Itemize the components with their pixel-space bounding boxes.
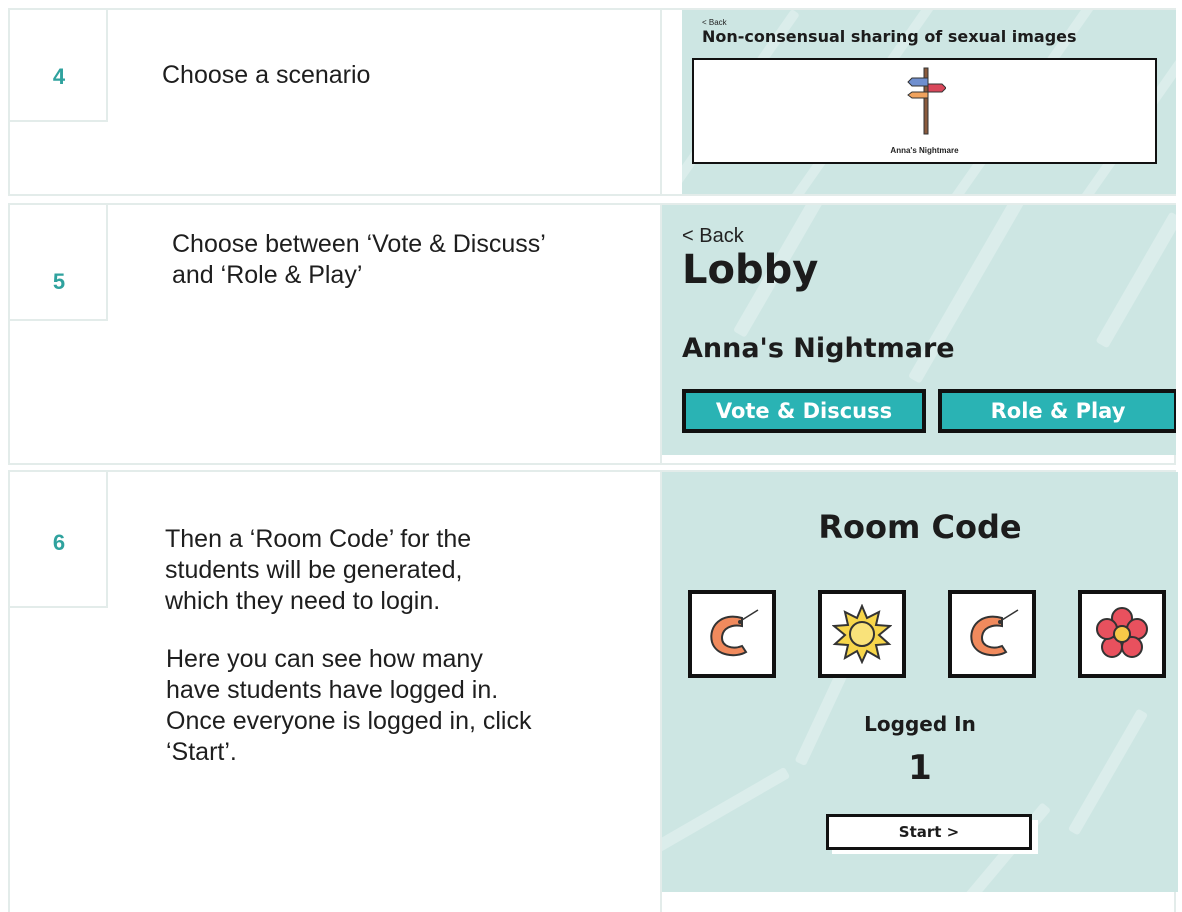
sun-icon — [832, 604, 892, 664]
start-button[interactable]: Start > — [826, 814, 1038, 854]
flower-icon — [1096, 607, 1148, 658]
step-number-cell — [10, 205, 108, 321]
shrimp-icon — [970, 609, 1019, 657]
scenario-category-title: Non-consensual sharing of sexual images — [702, 27, 1077, 46]
code-tile-4 — [1078, 590, 1166, 678]
vote-discuss-button[interactable]: Vote & Discuss — [682, 389, 926, 433]
lobby-title: Lobby — [682, 247, 819, 293]
back-link[interactable]: < Back — [702, 18, 727, 27]
scenario-card[interactable]: Anna's Nightmare — [692, 58, 1157, 164]
step-row-6: 6 Then a ‘Room Code’ for the students wi… — [8, 470, 1178, 912]
step-description: Choose a scenario — [162, 61, 371, 89]
logged-in-label: Logged In — [864, 712, 976, 736]
code-tile-1 — [688, 590, 776, 678]
signpost-icon — [907, 67, 946, 135]
step-row-5: 5 Choose between ‘Vote & Discuss’ and ‘R… — [8, 203, 1176, 465]
scenario-card-label: Anna's Nightmare — [890, 146, 959, 155]
column-divider — [660, 10, 662, 194]
code-tile-2 — [818, 590, 906, 678]
room-code-screen: Room Code Logged In 1 Start > — [662, 472, 1178, 892]
logged-in-count: 1 — [908, 748, 932, 788]
scenario-name: Anna's Nightmare — [682, 333, 955, 364]
start-button-label: Start > — [826, 814, 1032, 850]
step-number: 6 — [52, 530, 66, 555]
step-number: 5 — [52, 269, 66, 294]
step-description-2: Here you can see how many have students … — [166, 645, 532, 766]
step-description: Choose between ‘Vote & Discuss’ and ‘Rol… — [172, 230, 545, 289]
room-code-title: Room Code — [818, 508, 1022, 546]
role-play-button[interactable]: Role & Play — [938, 389, 1176, 433]
code-tile-3 — [948, 590, 1036, 678]
step-number: 4 — [52, 64, 66, 89]
step-row-4: 4 Choose a scenario < Back Non-consensua… — [8, 8, 1176, 196]
scenario-screen: < Back Non-consensual sharing of sexual … — [682, 10, 1176, 194]
lobby-screen: < Back Lobby Anna's Nightmare Vote & Dis… — [662, 205, 1176, 455]
back-link[interactable]: < Back — [682, 225, 744, 248]
shrimp-icon — [710, 609, 759, 657]
step-description: Then a ‘Room Code’ for the students will… — [165, 525, 472, 615]
